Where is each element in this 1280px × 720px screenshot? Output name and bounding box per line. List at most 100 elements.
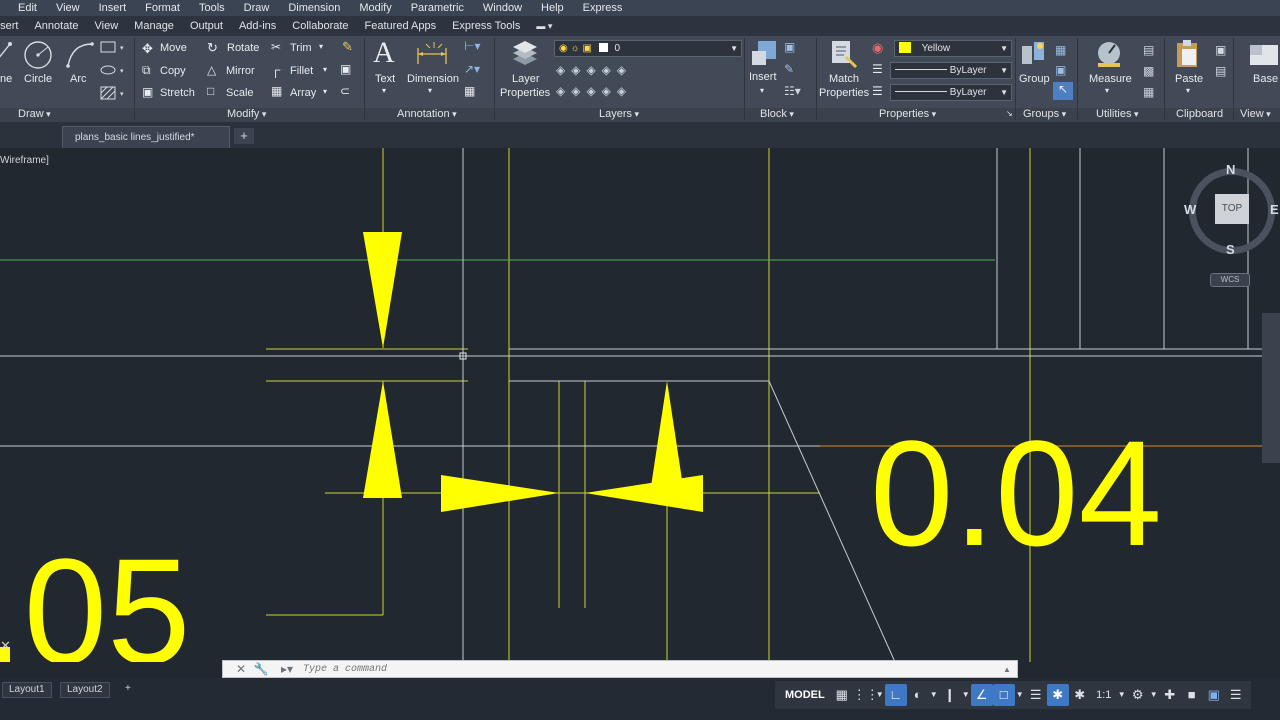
- menu-window[interactable]: Window: [483, 2, 522, 14]
- viewcube[interactable]: TOP N S W E WCS: [1180, 162, 1280, 292]
- layer-tools-row2-icons[interactable]: ◈◈◈◈◈: [556, 84, 632, 98]
- table-icon[interactable]: ▦: [464, 84, 475, 98]
- arc-button-label[interactable]: Arc: [70, 73, 87, 85]
- line-icon[interactable]: [0, 38, 14, 68]
- panel-modify-title[interactable]: Modify: [227, 108, 266, 120]
- copy-button[interactable]: Copy: [160, 65, 186, 77]
- tab-layout2[interactable]: Layout2: [60, 682, 110, 698]
- move-button[interactable]: Move: [160, 42, 187, 54]
- panel-view-title[interactable]: View: [1240, 108, 1271, 120]
- measure-icon[interactable]: [1094, 39, 1124, 69]
- command-input[interactable]: [303, 662, 1003, 676]
- create-block-icon[interactable]: ▣: [784, 40, 795, 54]
- navigation-bar[interactable]: [1262, 313, 1280, 463]
- tab-layout1[interactable]: Layout1: [2, 682, 52, 698]
- compass-s[interactable]: S: [1226, 242, 1235, 257]
- annotation-visibility-icon[interactable]: ✱: [1046, 684, 1069, 706]
- array-dropdown-icon[interactable]: ▾: [323, 87, 327, 96]
- panel-clipboard-title[interactable]: Clipboard: [1176, 108, 1223, 120]
- group-tools-icons[interactable]: ▦ ▣: [1055, 40, 1066, 80]
- offset-icon[interactable]: ⊂: [340, 84, 350, 98]
- menu-edit[interactable]: Edit: [18, 2, 37, 14]
- fillet-icon[interactable]: ┌: [271, 62, 280, 77]
- base-button-label[interactable]: Base: [1253, 73, 1278, 85]
- group-icon[interactable]: [1020, 40, 1048, 68]
- viewcube-top-face[interactable]: TOP: [1215, 194, 1249, 224]
- linetype-icon[interactable]: ☰: [872, 84, 883, 98]
- scale-icon[interactable]: □: [207, 84, 214, 98]
- hardware-acceleration-icon[interactable]: ▣: [1203, 684, 1225, 706]
- menu-format[interactable]: Format: [145, 2, 180, 14]
- model-space-button[interactable]: MODEL: [779, 684, 831, 706]
- isolate-objects-icon[interactable]: ■: [1181, 684, 1203, 706]
- new-tab-button[interactable]: +: [234, 128, 254, 144]
- workspace-gear-icon[interactable]: ⚙: [1127, 684, 1149, 706]
- close-icon[interactable]: ✕: [0, 638, 11, 654]
- chevron-down-icon[interactable]: ▼: [1149, 684, 1159, 706]
- panel-block-title[interactable]: Block: [760, 108, 794, 120]
- dimension-text-left[interactable]: .05: [0, 536, 191, 662]
- group-select-icon[interactable]: ↖: [1053, 82, 1073, 100]
- arc-icon[interactable]: [64, 40, 96, 70]
- array-icon[interactable]: ▦: [271, 84, 282, 98]
- tab-annotate[interactable]: Annotate: [34, 20, 78, 32]
- menu-draw[interactable]: Draw: [244, 2, 270, 14]
- rotate-button[interactable]: Rotate: [227, 42, 259, 54]
- layer-properties-icon[interactable]: [510, 39, 540, 69]
- auto-scale-icon[interactable]: ✱: [1069, 684, 1091, 706]
- menu-view[interactable]: View: [56, 2, 80, 14]
- rotate-icon[interactable]: ↻: [207, 40, 218, 56]
- object-snap-tracking-icon[interactable]: ∠: [970, 684, 993, 706]
- dimension-button-label[interactable]: Dimension: [407, 73, 459, 85]
- match-properties-icon[interactable]: [830, 39, 858, 69]
- measure-dropdown-icon[interactable]: ▾: [1105, 86, 1109, 95]
- attribute-icon[interactable]: ☷▾: [784, 84, 801, 98]
- polar-icon[interactable]: ◐: [907, 684, 929, 706]
- panel-groups-title[interactable]: Groups: [1023, 108, 1066, 120]
- panel-properties-title[interactable]: Properties: [879, 108, 936, 120]
- annotation-scale-value[interactable]: 1:1: [1091, 684, 1117, 706]
- close-icon[interactable]: ✕: [233, 662, 249, 677]
- circle-icon[interactable]: [22, 39, 54, 71]
- linear-dim-icon[interactable]: ⊢▾: [464, 39, 480, 53]
- wrench-icon[interactable]: 🔧: [253, 662, 269, 677]
- ortho-icon[interactable]: ∟: [884, 684, 907, 706]
- ellipse-icon[interactable]: ▾: [100, 64, 126, 76]
- chevron-down-icon[interactable]: ▼: [1117, 684, 1127, 706]
- hatch-icon[interactable]: ▾: [100, 86, 126, 100]
- color-dropdown[interactable]: Yellow ▼: [894, 40, 1012, 57]
- group-button-label[interactable]: Group: [1019, 73, 1050, 85]
- leader-icon[interactable]: ↗▾: [464, 62, 480, 76]
- fillet-dropdown-icon[interactable]: ▾: [323, 65, 327, 74]
- panel-annotation-title[interactable]: Annotation: [397, 108, 457, 120]
- tab-insert[interactable]: nsert: [0, 20, 18, 32]
- paste-dropdown-icon[interactable]: ▾: [1186, 86, 1190, 95]
- insert-dropdown-icon[interactable]: ▾: [760, 86, 764, 95]
- erase-icon[interactable]: ✎: [342, 39, 353, 55]
- match-properties-label-1[interactable]: Match: [829, 73, 859, 85]
- insert-block-icon[interactable]: [750, 39, 780, 69]
- chevron-down-icon[interactable]: ▼: [961, 684, 971, 706]
- explode-icon[interactable]: ▣: [340, 62, 351, 76]
- panel-utilities-title[interactable]: Utilities: [1096, 108, 1138, 120]
- lineweight-toggle-icon[interactable]: ☰: [1025, 684, 1047, 706]
- trim-button[interactable]: Trim: [290, 42, 312, 54]
- tab-manage[interactable]: Manage: [134, 20, 174, 32]
- menu-insert[interactable]: Insert: [99, 2, 127, 14]
- move-icon[interactable]: ✥: [142, 41, 153, 57]
- trim-dropdown-icon[interactable]: ▾: [319, 42, 323, 51]
- circle-button-label[interactable]: Circle: [24, 73, 52, 85]
- tab-express-tools[interactable]: Express Tools: [452, 20, 520, 32]
- lineweight-icon[interactable]: ☰: [872, 62, 883, 76]
- layer-tools-row1-icons[interactable]: ◈◈◈◈◈: [556, 63, 632, 77]
- layer-properties-label-2[interactable]: Properties: [500, 87, 550, 99]
- color-wheel-icon[interactable]: ◉: [872, 40, 883, 56]
- tab-addins[interactable]: Add-ins: [239, 20, 276, 32]
- tab-view[interactable]: View: [95, 20, 119, 32]
- mirror-button[interactable]: Mirror: [226, 65, 255, 77]
- menu-tools[interactable]: Tools: [199, 2, 225, 14]
- compass-n[interactable]: N: [1226, 162, 1235, 177]
- menu-parametric[interactable]: Parametric: [411, 2, 464, 14]
- snap-icon[interactable]: ⋮⋮: [853, 684, 879, 706]
- tab-output[interactable]: Output: [190, 20, 223, 32]
